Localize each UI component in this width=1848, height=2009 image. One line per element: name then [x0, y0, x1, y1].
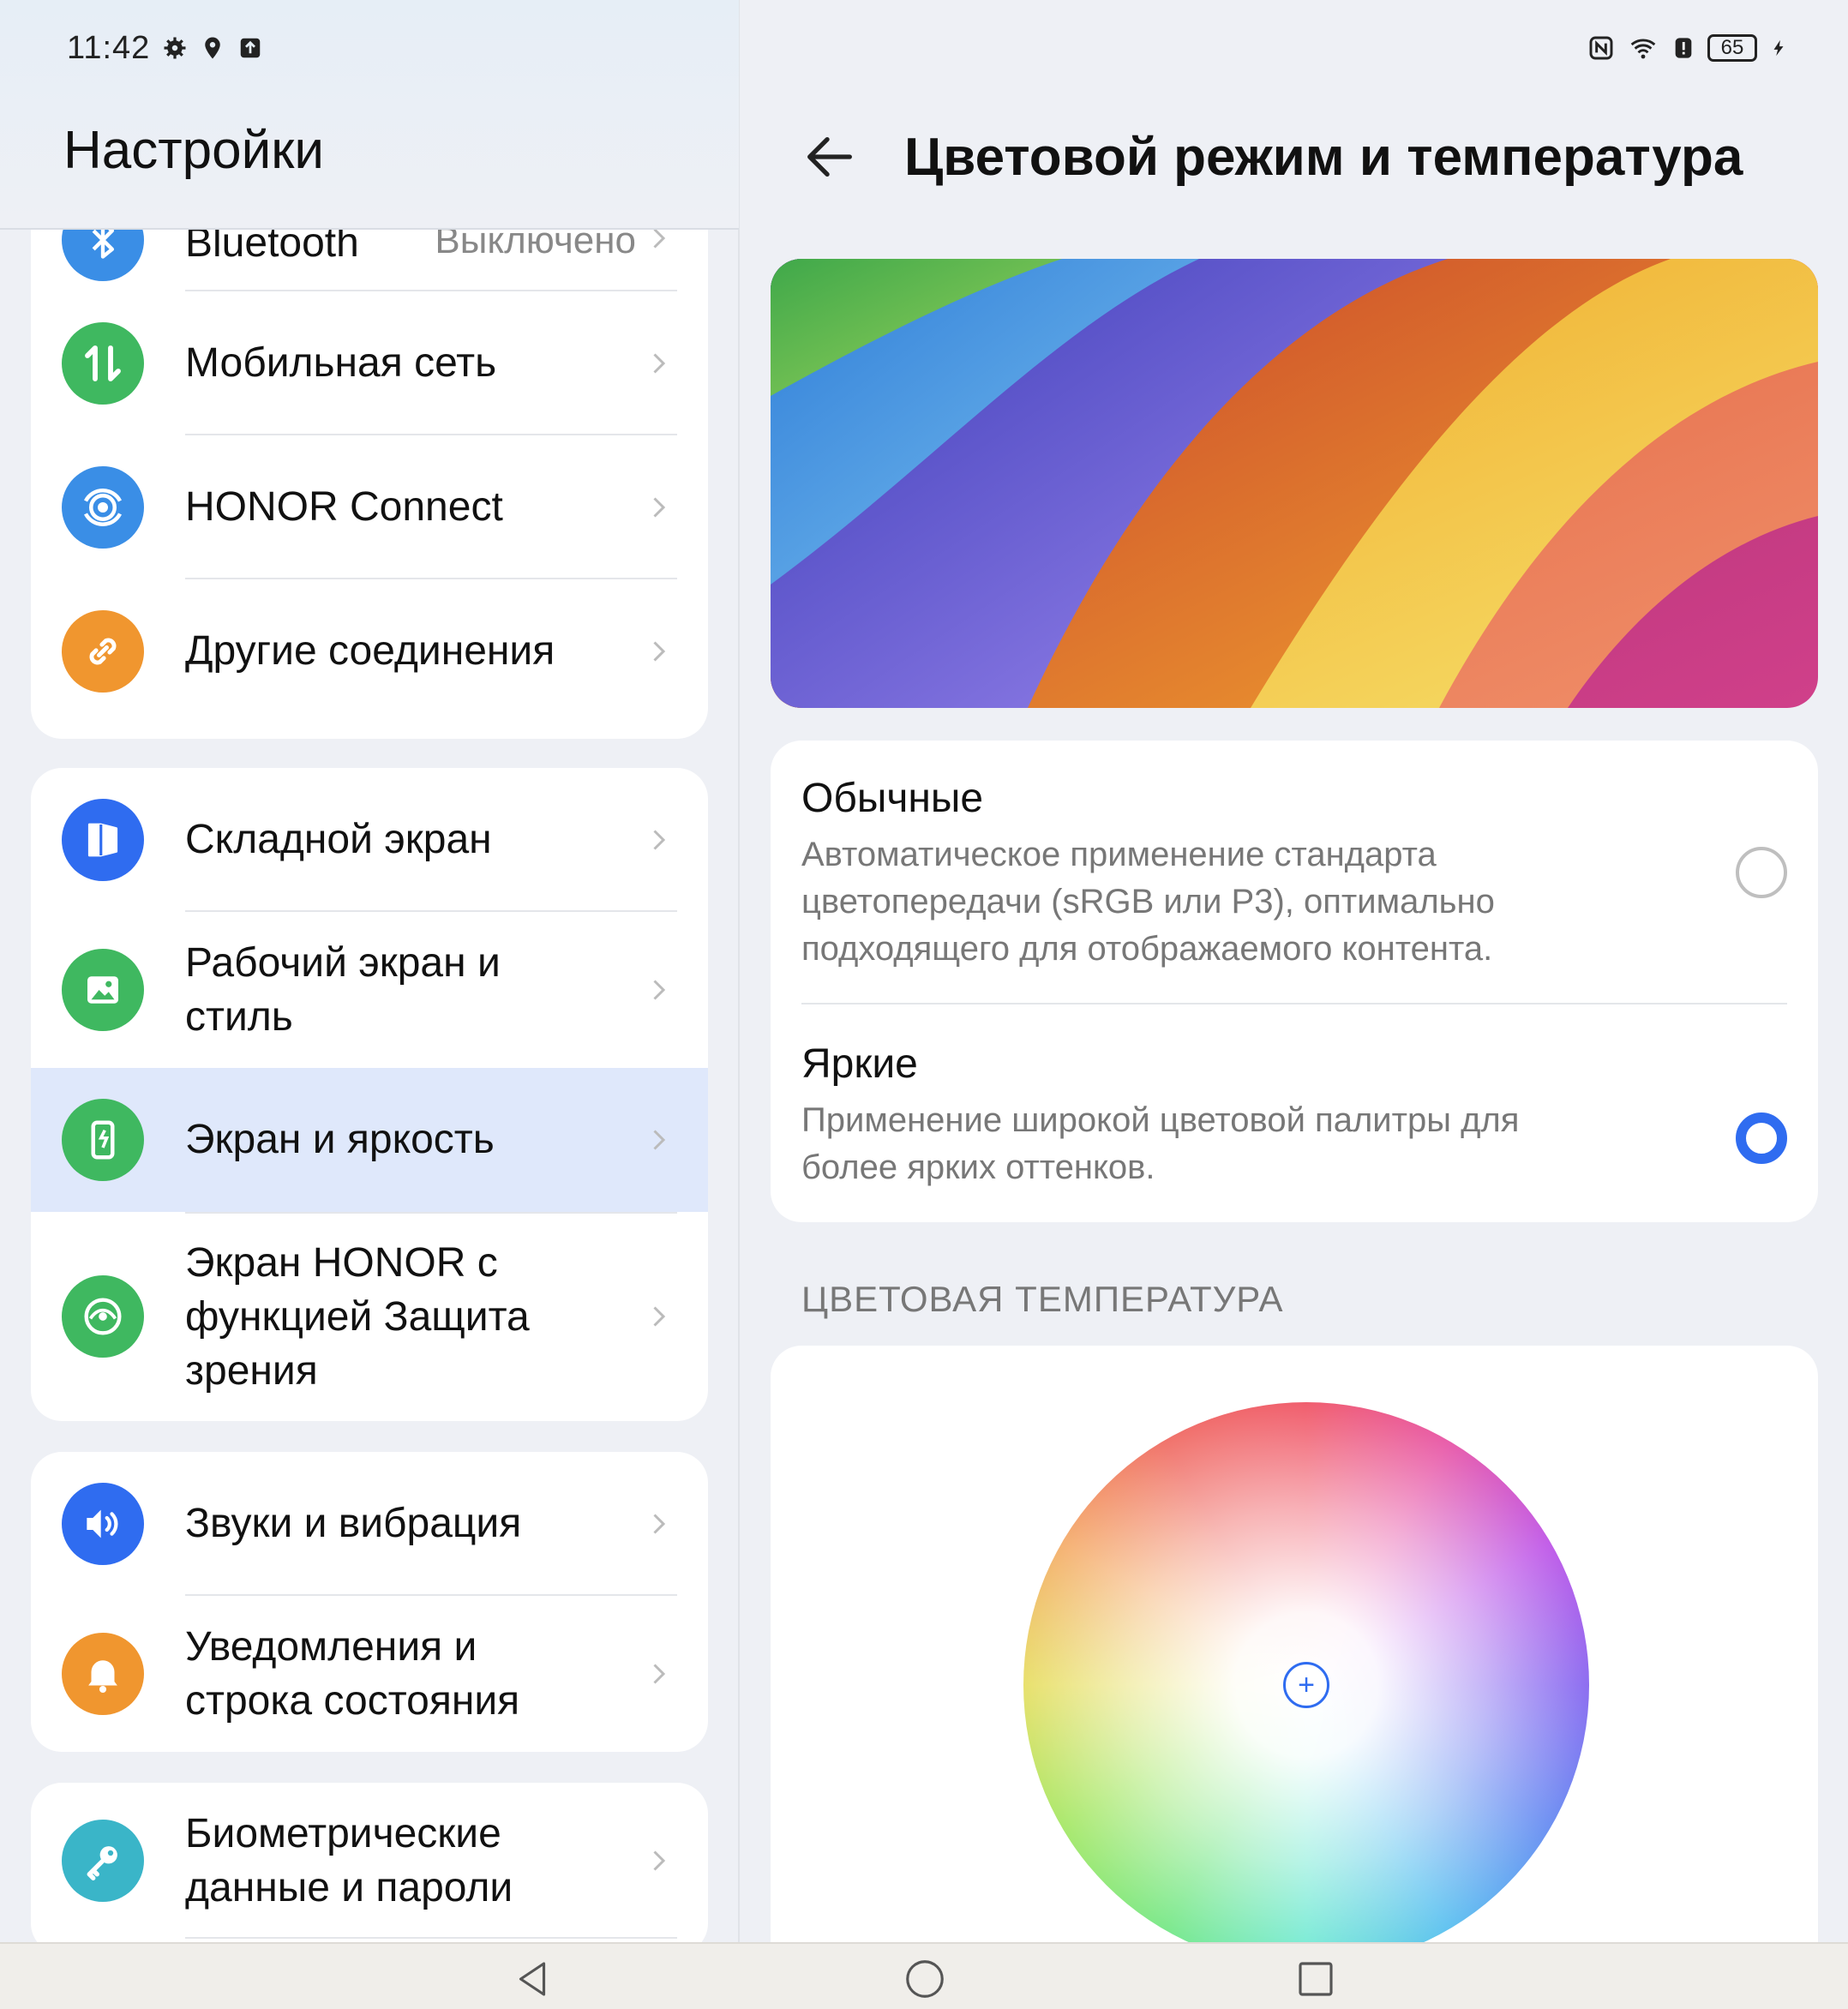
settings-item-honor-connect[interactable]: HONOR Connect	[31, 435, 708, 579]
wheel-marker-icon[interactable]: +	[1283, 1662, 1329, 1708]
radio-normal[interactable]	[1736, 847, 1787, 898]
color-preview-image	[771, 259, 1818, 708]
settings-item-notifications[interactable]: Уведомления и строка состояния	[31, 1596, 708, 1752]
chevron-right-icon	[653, 1306, 666, 1327]
status-bar-right: 65	[1587, 26, 1788, 70]
settings-item-label: Звуки и вибрация	[185, 1501, 522, 1546]
section-header-temperature: ЦВЕТОВАЯ ТЕМПЕРАТУРА	[801, 1279, 1284, 1319]
settings-item-mobile-network[interactable]: Мобильная сеть	[31, 291, 708, 435]
mode-option-normal[interactable]: Обычные Автоматическое применение станда…	[771, 741, 1818, 1006]
wallpaper-icon	[62, 949, 144, 1031]
security-card: Биометрические данные и пароли	[31, 1783, 708, 1954]
settings-item-label: Биометрические данные и пароли	[185, 1811, 513, 1910]
settings-item-fold-screen[interactable]: Складной экран	[31, 768, 708, 912]
navigation-bar	[0, 1942, 1848, 2009]
mobile-data-icon	[62, 322, 144, 405]
status-bar-left: 11:42	[67, 26, 263, 70]
back-arrow-icon[interactable]	[800, 127, 860, 187]
mode-title: Обычные	[801, 776, 984, 821]
settings-item-label: Уведомления и строка состояния	[185, 1624, 520, 1724]
chevron-right-icon	[653, 1850, 666, 1871]
link-icon	[62, 610, 144, 693]
alert-icon	[1675, 38, 1692, 58]
divider	[801, 1003, 1787, 1004]
sound-icon	[62, 1483, 144, 1565]
gear-icon	[164, 37, 186, 59]
divider	[185, 1937, 677, 1939]
honor-connect-icon	[62, 466, 144, 549]
chevron-right-icon	[653, 497, 666, 518]
settings-item-home-screen-style[interactable]: Рабочий экран и стиль	[31, 912, 708, 1068]
detail-pane: 65 Цветовой режим и температура Обычные …	[740, 0, 1848, 1963]
mode-option-vivid[interactable]: Яркие Применение широкой цветовой палитр…	[771, 1006, 1818, 1222]
chevron-right-icon	[653, 1130, 666, 1150]
clock: 11:42	[67, 29, 151, 66]
upload-icon	[241, 38, 261, 58]
home-circle-icon[interactable]	[902, 1956, 948, 2002]
chevron-right-icon	[653, 1664, 666, 1684]
eye-comfort-icon	[62, 1275, 144, 1358]
settings-pane: Bluetooth Выключено Мобильная сеть HONOR…	[0, 0, 739, 2009]
nfc-icon	[1589, 36, 1613, 60]
settings-item-label: Складной экран	[185, 817, 492, 862]
sound-notification-card: Звуки и вибрация Уведомления и строка со…	[31, 1452, 708, 1752]
display-card: Складной экран Рабочий экран и стиль Экр…	[31, 768, 708, 1421]
settings-item-label: HONOR Connect	[185, 484, 503, 530]
chevron-right-icon	[653, 830, 666, 850]
settings-item-label: Рабочий экран и стиль	[185, 940, 501, 1040]
display-icon	[62, 1099, 144, 1181]
chevron-right-icon	[653, 980, 666, 1000]
chevron-right-icon	[653, 1514, 666, 1534]
settings-item-label: Экран и яркость	[185, 1117, 495, 1162]
chevron-right-icon	[653, 353, 666, 374]
back-triangle-icon[interactable]	[509, 1956, 555, 2002]
settings-item-sound[interactable]: Звуки и вибрация	[31, 1452, 708, 1596]
fold-screen-icon	[62, 799, 144, 881]
bell-icon	[62, 1633, 144, 1715]
location-icon	[205, 37, 221, 59]
settings-item-eye-comfort[interactable]: Экран HONOR с функцией Защита зрения	[31, 1212, 708, 1421]
chevron-right-icon	[653, 641, 666, 662]
page-title: Настройки	[63, 121, 325, 180]
color-temperature-wheel[interactable]: +	[1023, 1402, 1589, 1963]
charging-icon	[1773, 39, 1784, 57]
key-icon	[62, 1820, 144, 1902]
wifi-icon	[1630, 39, 1656, 59]
settings-item-label: Мобильная сеть	[185, 340, 497, 386]
settings-item-label: Другие соединения	[185, 628, 555, 674]
settings-item-biometrics[interactable]: Биометрические данные и пароли	[31, 1783, 708, 1939]
settings-item-label: Экран HONOR с функцией Защита зрения	[185, 1240, 530, 1394]
mode-title: Яркие	[801, 1041, 918, 1087]
color-mode-card: Обычные Автоматическое применение станда…	[771, 741, 1818, 1222]
color-temperature-card: +	[771, 1346, 1818, 1963]
mode-description: Автоматическое применение стандарта цвет…	[801, 836, 1495, 968]
battery-icon: 65	[1707, 34, 1757, 62]
radio-vivid[interactable]	[1736, 1112, 1787, 1164]
recents-square-icon[interactable]	[1293, 1956, 1339, 2002]
settings-header: 11:42 Настройки	[0, 0, 739, 230]
settings-item-display-brightness[interactable]: Экран и яркость	[31, 1068, 708, 1212]
divider	[185, 1212, 677, 1214]
mode-description: Применение широкой цветовой палитры для …	[801, 1101, 1520, 1186]
detail-title: Цветовой режим и температура	[904, 128, 1743, 187]
settings-item-other-connections[interactable]: Другие соединения	[31, 579, 708, 723]
